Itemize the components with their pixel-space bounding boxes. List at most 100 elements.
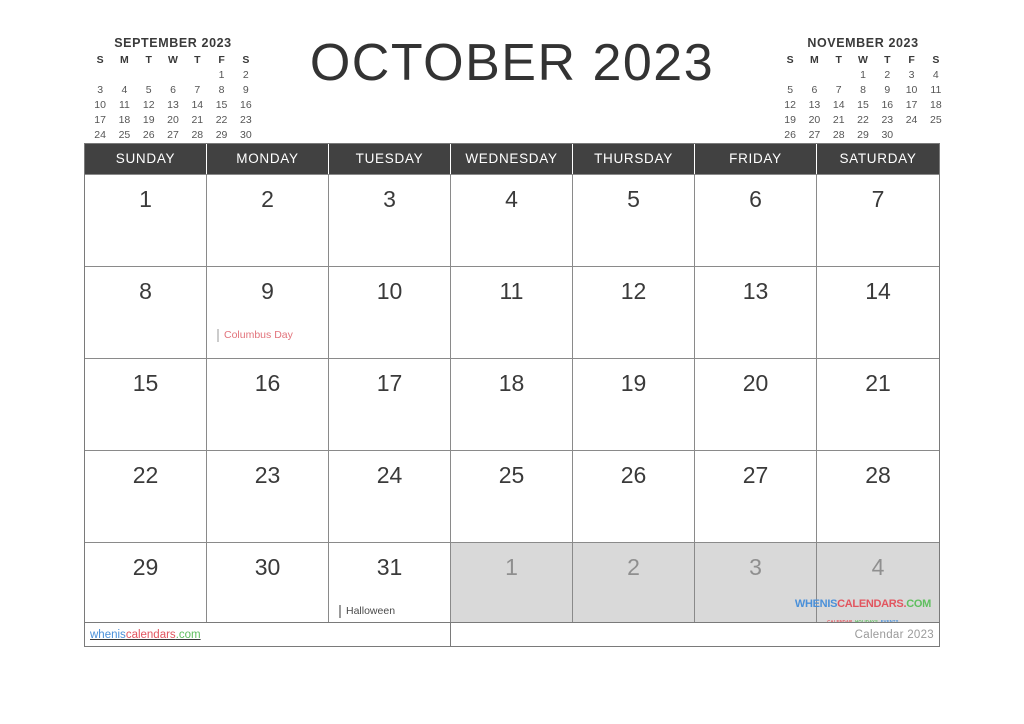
day-number: 15	[132, 370, 159, 396]
weekday-header-wednesday: WEDNESDAY	[451, 144, 573, 174]
day-cell[interactable]: 11	[451, 266, 573, 358]
day-cell[interactable]: 1	[85, 174, 207, 266]
day-cell[interactable]: 24	[329, 450, 451, 542]
day-cell[interactable]: 21	[817, 358, 939, 450]
mini-calendar-november: NOVEMBER 2023 S M T W T F S 1 2 3 4 5 6 …	[778, 36, 948, 142]
mini-day: 29	[215, 129, 228, 141]
day-cell[interactable]: 2	[207, 174, 329, 266]
day-cell-next-month[interactable]: 1	[451, 542, 573, 634]
brand-logo-part2: CALENDARS.	[837, 598, 907, 610]
day-cell[interactable]: 3	[329, 174, 451, 266]
day-cell[interactable]: 18	[451, 358, 573, 450]
mini-day: 19	[142, 114, 155, 126]
day-cell[interactable]: 22	[85, 450, 207, 542]
calendar-page: SEPTEMBER 2023 S M T W T F S 1 2 3 4 5 6	[0, 0, 1024, 724]
mini-dow: T	[835, 54, 842, 66]
mini-day: 17	[94, 114, 106, 126]
day-cell[interactable]: 25	[451, 450, 573, 542]
day-cell[interactable]: 13	[695, 266, 817, 358]
day-cell[interactable]: 7	[817, 174, 939, 266]
weekday-header-tuesday: TUESDAY	[329, 144, 451, 174]
mini-day: 5	[787, 84, 794, 96]
day-cell[interactable]: 15	[85, 358, 207, 450]
day-number: 3	[749, 554, 762, 580]
day-cell[interactable]: 6	[695, 174, 817, 266]
mini-day: 15	[857, 99, 869, 111]
mini-day: 21	[191, 114, 204, 126]
day-number: 4	[871, 554, 885, 580]
mini-day: 28	[832, 129, 845, 141]
weekday-header-row: SUNDAY MONDAY TUESDAY WEDNESDAY THURSDAY…	[85, 144, 939, 174]
mini-day: 9	[884, 84, 891, 96]
day-number: 8	[139, 278, 152, 304]
day-cell[interactable]: 4	[451, 174, 573, 266]
mini-day: 17	[905, 99, 918, 111]
day-cell[interactable]: 28	[817, 450, 939, 542]
mini-day: 23	[881, 114, 894, 126]
website-link[interactable]: wheniscalendars.com	[90, 629, 201, 641]
mini-day: 16	[240, 99, 252, 111]
footer-note: Calendar 2023	[854, 628, 934, 641]
mini-day: 30	[881, 129, 894, 141]
day-number: 2	[627, 554, 640, 580]
day-cell[interactable]: 5	[573, 174, 695, 266]
day-number: 19	[620, 370, 647, 396]
calendar-week-row: 15 16 17 18 19 20 21	[85, 358, 939, 450]
day-cell[interactable]: 10	[329, 266, 451, 358]
brand-logo-part1: WHENIS	[794, 598, 838, 610]
day-cell[interactable]: 12	[573, 266, 695, 358]
mini-day	[899, 129, 923, 142]
mini-day: 14	[832, 99, 845, 111]
day-cell-next-month[interactable]: 4 WHENISCALENDARS.COM CALENDAR HOLIDAYS …	[795, 542, 939, 634]
day-cell-next-month[interactable]: 2	[573, 542, 695, 634]
website-link-part3: .com	[175, 628, 201, 641]
mini-day: 13	[167, 99, 179, 111]
day-cell[interactable]: 29	[85, 542, 207, 634]
mini-day	[827, 69, 851, 82]
mini-day: 28	[191, 129, 204, 141]
mini-day: 24	[905, 114, 918, 126]
mini-day: 26	[784, 129, 796, 141]
mini-day: 22	[215, 114, 228, 126]
day-number: 30	[254, 554, 281, 580]
day-cell[interactable]: 19	[573, 358, 695, 450]
day-number: 20	[742, 370, 769, 396]
day-cell[interactable]: 26	[573, 450, 695, 542]
day-number: 5	[627, 186, 640, 212]
mini-day	[778, 69, 802, 82]
day-number: 21	[865, 370, 891, 396]
day-cell[interactable]: 30	[207, 542, 329, 634]
day-cell[interactable]: 8	[85, 266, 207, 358]
day-number: 10	[376, 278, 403, 304]
day-cell[interactable]: 17	[329, 358, 451, 450]
day-cell[interactable]: 16	[207, 358, 329, 450]
day-number: 6	[749, 186, 762, 212]
mini-day: 19	[784, 114, 796, 126]
weekday-header-thursday: THURSDAY	[573, 144, 695, 174]
day-number: 18	[498, 370, 525, 396]
mini-day: 11	[118, 99, 130, 111]
day-cell[interactable]: 14	[817, 266, 939, 358]
day-cell[interactable]: 27	[695, 450, 817, 542]
mini-day: 13	[808, 99, 821, 111]
day-number: 29	[132, 554, 159, 580]
brand-logo-part3: COM	[906, 598, 931, 610]
mini-day: 11	[930, 84, 942, 96]
mini-dow: W	[858, 54, 868, 66]
footer-row: wheniscalendars.com Calendar 2023	[84, 622, 940, 647]
mini-calendar-title: NOVEMBER 2023	[807, 36, 919, 50]
mini-dow: M	[810, 54, 819, 66]
mini-day: 25	[118, 129, 131, 141]
day-number: 23	[254, 462, 281, 488]
calendar-week-row: 22 23 24 25 26 27 28	[85, 450, 939, 542]
day-cell[interactable]: 20	[695, 358, 817, 450]
day-number: 22	[132, 462, 159, 488]
weekday-header-friday: FRIDAY	[695, 144, 817, 174]
day-number: 12	[620, 278, 647, 304]
day-cell[interactable]: 9 Columbus Day	[207, 266, 329, 358]
mini-day	[802, 69, 826, 82]
day-cell[interactable]: 31 Halloween	[329, 542, 451, 634]
calendar-week-row: 29 30 31 Halloween 1 2 3 4 WHENISCALENDA…	[85, 542, 939, 634]
calendar-header-area: SEPTEMBER 2023 S M T W T F S 1 2 3 4 5 6	[0, 28, 1024, 141]
day-cell[interactable]: 23	[207, 450, 329, 542]
